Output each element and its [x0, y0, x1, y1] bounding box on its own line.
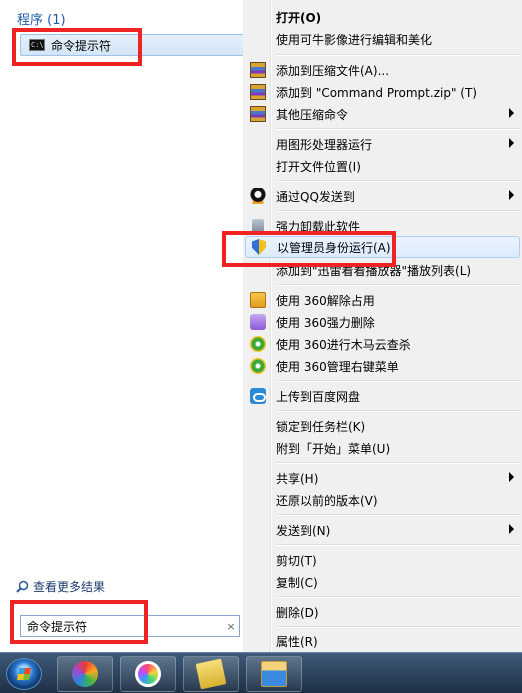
highlight-search-box: [10, 600, 148, 644]
winrar-icon: [250, 84, 266, 100]
see-more-results-label: 查看更多结果: [33, 580, 106, 594]
menu-separator: [276, 514, 520, 516]
menu-item-label: 使用 360解除占用: [276, 293, 375, 308]
app-icon-3: [195, 658, 227, 690]
submenu-arrow-icon: [509, 108, 514, 118]
360-unlock-icon: [250, 292, 266, 308]
menu-item-360-context-manager[interactable]: 使用 360管理右键菜单: [245, 355, 520, 377]
menu-item-360-trojan-scan[interactable]: 使用 360进行木马云查杀: [245, 333, 520, 355]
taskbar-file-explorer[interactable]: [246, 656, 302, 692]
menu-item-open-file-location[interactable]: 打开文件位置(I): [245, 155, 520, 177]
submenu-arrow-icon: [509, 138, 514, 148]
menu-item-send-via-qq[interactable]: 通过QQ发送到: [245, 185, 520, 207]
menu-separator: [276, 462, 520, 464]
menu-item-delete[interactable]: 删除(D): [245, 601, 520, 623]
menu-item-label: 复制(C): [276, 575, 318, 590]
menu-separator: [276, 380, 520, 382]
taskbar: [0, 652, 522, 693]
menu-item-label: 用图形处理器运行: [276, 137, 373, 152]
360-menu-icon: [250, 358, 266, 374]
menu-item-label: 添加到 "Command Prompt.zip" (T): [276, 85, 477, 100]
menu-item-label: 属性(R): [276, 634, 318, 649]
submenu-arrow-icon: [509, 190, 514, 200]
menu-item-edit-with-keniu[interactable]: 使用可牛影像进行编辑和美化: [245, 28, 520, 50]
menu-item-pin-taskbar[interactable]: 锁定到任务栏(K): [245, 415, 520, 437]
menu-separator: [276, 284, 520, 286]
menu-item-360-unlock[interactable]: 使用 360解除占用: [245, 289, 520, 311]
menu-item-label: 其他压缩命令: [276, 107, 349, 122]
menu-item-label: 发送到(N): [276, 523, 331, 538]
highlight-search-result: [12, 28, 142, 66]
menu-item-label: 通过QQ发送到: [276, 189, 355, 204]
menu-item-label: 上传到百度网盘: [276, 389, 361, 404]
360-scan-icon: [250, 336, 266, 352]
taskbar-app-3[interactable]: [183, 656, 239, 692]
menu-item-pin-start[interactable]: 附到「开始」菜单(U): [245, 437, 520, 459]
menu-separator: [276, 54, 520, 56]
app-icon-2: [135, 661, 161, 687]
menu-item-label: 附到「开始」菜单(U): [276, 441, 391, 456]
menu-item-send-to[interactable]: 发送到(N): [245, 519, 520, 541]
submenu-arrow-icon: [509, 524, 514, 534]
programs-section-header: 程序 (1): [17, 13, 66, 28]
menu-item-label: 剪切(T): [276, 553, 317, 568]
menu-separator: [276, 596, 520, 598]
menu-item-copy[interactable]: 复制(C): [245, 571, 520, 593]
menu-item-run-with-gpu[interactable]: 用图形处理器运行: [245, 133, 520, 155]
menu-item-open[interactable]: 打开(O): [245, 6, 520, 28]
menu-item-restore-versions[interactable]: 还原以前的版本(V): [245, 489, 520, 511]
menu-item-label: 还原以前的版本(V): [276, 493, 378, 508]
windows-orb-icon[interactable]: [6, 658, 42, 690]
menu-item-label: 打开(O): [276, 10, 322, 25]
menu-item-360-force-delete[interactable]: 使用 360强力删除: [245, 311, 520, 333]
menu-item-label: 使用 360进行木马云查杀: [276, 337, 411, 352]
menu-item-label: 使用 360管理右键菜单: [276, 359, 399, 374]
menu-item-cut[interactable]: 剪切(T): [245, 549, 520, 571]
menu-item-add-to-zip[interactable]: 添加到 "Command Prompt.zip" (T): [245, 81, 520, 103]
highlight-run-as-admin: [222, 231, 396, 267]
start-menu-left-pane: 程序 (1) C:\ 命令提示符 查看更多结果 命令提示符 ×: [0, 0, 244, 652]
menu-separator: [276, 210, 520, 212]
menu-item-other-compress[interactable]: 其他压缩命令: [245, 103, 520, 125]
menu-item-label: 打开文件位置(I): [276, 159, 361, 174]
search-icon: [16, 580, 29, 593]
menu-item-label: 删除(D): [276, 605, 319, 620]
menu-item-label: 共享(H): [276, 471, 319, 486]
menu-separator: [276, 626, 520, 628]
submenu-arrow-icon: [509, 472, 514, 482]
menu-item-properties[interactable]: 属性(R): [245, 630, 520, 652]
winrar-icon: [250, 106, 266, 122]
taskbar-app-1[interactable]: [57, 656, 113, 692]
menu-item-label: 锁定到任务栏(K): [276, 419, 366, 434]
menu-separator: [276, 410, 520, 412]
baidu-cloud-icon: [250, 388, 266, 404]
menu-item-add-to-archive[interactable]: 添加到压缩文件(A)...: [245, 59, 520, 81]
taskbar-app-2[interactable]: [120, 656, 176, 692]
see-more-results-link[interactable]: 查看更多结果: [16, 578, 105, 595]
winrar-icon: [250, 62, 266, 78]
menu-item-label: 添加到压缩文件(A)...: [276, 63, 390, 78]
menu-separator: [276, 128, 520, 130]
menu-item-label: 使用 360强力删除: [276, 315, 375, 330]
menu-item-share[interactable]: 共享(H): [245, 467, 520, 489]
360-delete-icon: [250, 314, 266, 330]
menu-separator: [276, 180, 520, 182]
file-explorer-icon: [261, 661, 287, 687]
menu-item-upload-baidu[interactable]: 上传到百度网盘: [245, 385, 520, 407]
menu-item-label: 使用可牛影像进行编辑和美化: [276, 32, 433, 47]
qq-penguin-icon: [250, 188, 266, 204]
app-icon-1: [72, 661, 98, 687]
menu-separator: [276, 544, 520, 546]
clear-search-icon[interactable]: ×: [223, 620, 239, 633]
